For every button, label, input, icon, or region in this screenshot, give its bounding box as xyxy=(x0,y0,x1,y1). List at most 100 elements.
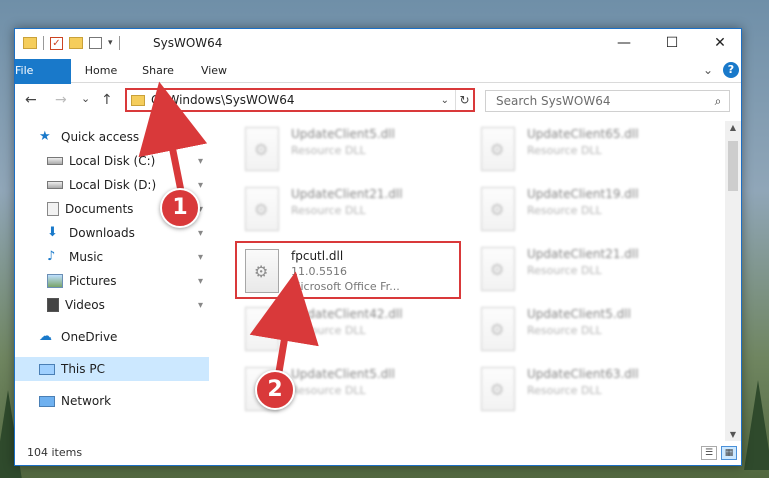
list-item[interactable]: UpdateClient21.dll Resource DLL xyxy=(473,241,703,299)
sidebar-item-quick-access[interactable]: ★ Quick access xyxy=(15,125,209,149)
file-description: Resource DLL xyxy=(291,324,366,337)
large-icons-view-icon[interactable]: ▦ xyxy=(721,446,737,460)
folder-icon xyxy=(131,94,145,106)
sidebar-item-label: Local Disk (C:) xyxy=(69,154,156,168)
network-icon xyxy=(39,395,55,407)
file-description: Resource DLL xyxy=(527,144,602,157)
vertical-scrollbar[interactable]: ▲ ▼ xyxy=(725,121,741,441)
file-description: Resource DLL xyxy=(291,384,366,397)
tab-share[interactable]: Share xyxy=(131,59,185,83)
pin-icon[interactable]: ▾ xyxy=(198,180,203,191)
minimize-button[interactable]: — xyxy=(601,29,647,59)
file-description: Resource DLL xyxy=(527,324,602,337)
file-name: UpdateClient65.dll xyxy=(527,127,639,141)
file-description: Resource DLL xyxy=(527,264,602,277)
tab-home[interactable]: Home xyxy=(75,59,127,83)
pin-icon[interactable]: ▾ xyxy=(198,300,203,311)
file-description: Resource DLL xyxy=(527,204,602,217)
sidebar-item-music[interactable]: ♪ Music ▾ xyxy=(15,245,209,269)
file-version: 11.0.5516 xyxy=(291,265,347,278)
dll-file-icon xyxy=(245,127,279,171)
sidebar-item-onedrive[interactable]: ☁ OneDrive xyxy=(15,325,209,349)
address-path[interactable]: C:\Windows\SysWOW64 xyxy=(151,93,441,107)
pin-icon[interactable]: ▾ xyxy=(198,252,203,263)
star-icon: ★ xyxy=(39,129,51,144)
download-icon: ⬇ xyxy=(47,225,58,240)
close-button[interactable]: ✕ xyxy=(697,29,741,59)
new-folder-icon[interactable] xyxy=(69,37,83,49)
sidebar-item-pictures[interactable]: Pictures ▾ xyxy=(15,269,209,293)
sidebar-item-network[interactable]: Network xyxy=(15,389,209,413)
documents-icon xyxy=(47,202,59,216)
sidebar-item-label: Documents xyxy=(65,202,134,216)
cloud-icon: ☁ xyxy=(39,329,52,344)
file-name: fpcutl.dll xyxy=(291,249,344,263)
file-explorer-window: ✓ ▾ SysWOW64 — ☐ ✕ File Home Share View … xyxy=(14,28,742,466)
list-item[interactable]: UpdateClient65.dll Resource DLL xyxy=(473,121,703,179)
list-item[interactable]: UpdateClient63.dll Resource DLL xyxy=(473,361,703,419)
expand-ribbon-chevron-icon[interactable]: ⌄ xyxy=(703,63,713,77)
sidebar-item-local-disk-c[interactable]: Local Disk (C:) ▾ xyxy=(15,149,209,173)
music-icon: ♪ xyxy=(47,249,56,264)
file-name: UpdateClient5.dll xyxy=(527,307,631,321)
back-arrow-icon[interactable]: ← xyxy=(25,92,37,108)
recent-locations-chevron-icon[interactable]: ⌄ xyxy=(81,92,90,105)
dll-file-icon xyxy=(481,367,515,411)
folder-icon xyxy=(23,37,37,49)
sidebar-item-label: Downloads xyxy=(69,226,135,240)
divider xyxy=(43,36,44,50)
sidebar-item-label: Pictures xyxy=(69,274,117,288)
list-item[interactable]: UpdateClient5.dll Resource DLL xyxy=(473,301,703,359)
address-bar[interactable]: C:\Windows\SysWOW64 ⌄ ↻ xyxy=(125,88,475,112)
sidebar-item-label: Network xyxy=(61,394,112,408)
scrollbar-thumb[interactable] xyxy=(728,141,738,191)
properties-icon[interactable] xyxy=(89,37,102,49)
list-item-fpcutl-dll[interactable]: fpcutl.dll 11.0.5516 Microsoft Office Fr… xyxy=(235,241,461,299)
sidebar-item-this-pc[interactable]: This PC xyxy=(15,357,209,381)
search-input[interactable]: Search SysWOW64 ⌕ xyxy=(485,90,730,112)
navigation-pane: ★ Quick access Local Disk (C:) ▾ Local D… xyxy=(15,125,209,441)
list-item[interactable]: UpdateClient19.dll Resource DLL xyxy=(473,181,703,239)
list-item[interactable]: UpdateClient5.dll Resource DLL xyxy=(237,121,467,179)
sidebar-item-label: Local Disk (D:) xyxy=(69,178,157,192)
computer-icon xyxy=(39,363,55,375)
list-item[interactable]: UpdateClient42.dll Resource DLL xyxy=(237,301,467,359)
list-item[interactable]: UpdateClient21.dll Resource DLL xyxy=(237,181,467,239)
customize-toolbar-chevron-icon[interactable]: ▾ xyxy=(108,38,113,48)
maximize-button[interactable]: ☐ xyxy=(649,29,695,59)
properties-check-icon[interactable]: ✓ xyxy=(50,36,63,50)
up-arrow-icon[interactable]: ↑ xyxy=(101,92,113,108)
details-view-icon[interactable]: ☰ xyxy=(701,446,717,460)
refresh-icon[interactable]: ↻ xyxy=(455,90,473,110)
pin-icon[interactable]: ▾ xyxy=(198,276,203,287)
file-description: Resource DLL xyxy=(291,144,366,157)
step-callout-2: 2 xyxy=(255,370,295,410)
drive-icon xyxy=(47,181,63,189)
dll-file-icon xyxy=(481,247,515,291)
forward-arrow-icon[interactable]: → xyxy=(55,92,67,108)
dll-file-icon xyxy=(245,249,279,293)
file-name: UpdateClient63.dll xyxy=(527,367,639,381)
item-count: 104 items xyxy=(27,446,83,459)
dll-file-icon xyxy=(245,307,279,351)
tab-view[interactable]: View xyxy=(189,59,239,83)
address-history-chevron-icon[interactable]: ⌄ xyxy=(441,95,449,106)
sidebar-item-videos[interactable]: Videos ▾ xyxy=(15,293,209,317)
file-description: Resource DLL xyxy=(527,384,602,397)
dll-file-icon xyxy=(481,127,515,171)
help-icon[interactable]: ? xyxy=(723,62,739,78)
search-placeholder: Search SysWOW64 xyxy=(496,94,611,108)
drive-icon xyxy=(47,157,63,165)
file-name: UpdateClient5.dll xyxy=(291,367,395,381)
sidebar-item-label: Music xyxy=(69,250,104,264)
step-callout-1: 1 xyxy=(160,188,200,228)
search-icon[interactable]: ⌕ xyxy=(707,94,729,109)
scroll-up-icon[interactable]: ▲ xyxy=(725,123,741,132)
scroll-down-icon[interactable]: ▼ xyxy=(725,430,741,439)
file-name: UpdateClient19.dll xyxy=(527,187,639,201)
file-name: UpdateClient42.dll xyxy=(291,307,403,321)
pin-icon[interactable]: ▾ xyxy=(198,156,203,167)
file-name: UpdateClient21.dll xyxy=(527,247,639,261)
sidebar-item-label: Videos xyxy=(65,298,105,312)
pin-icon[interactable]: ▾ xyxy=(198,228,203,239)
